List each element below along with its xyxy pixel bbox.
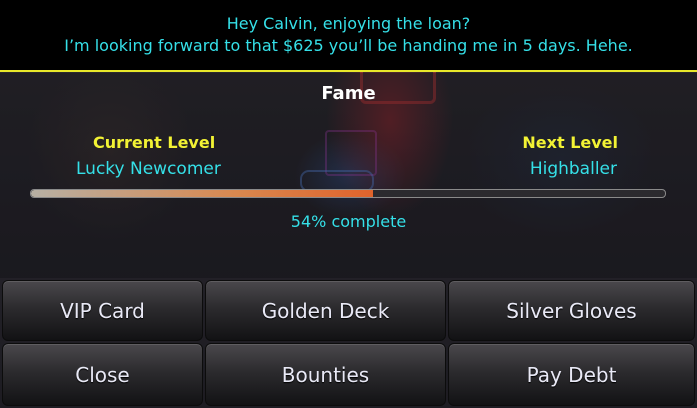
fame-title: Fame (321, 83, 376, 104)
fame-progress-bar (30, 189, 666, 198)
fame-progress-fill (31, 190, 374, 197)
close-button[interactable]: Close (2, 343, 203, 406)
pay-debt-button[interactable]: Pay Debt (448, 343, 695, 406)
golden-deck-button[interactable]: Golden Deck (205, 280, 446, 341)
next-level-value: Highballer (529, 159, 617, 179)
message-line-1: Hey Calvin, enjoying the loan? (226, 14, 471, 33)
current-level-value: Lucky Newcomer (76, 159, 221, 179)
message-line-2: I’m looking forward to that $625 you’ll … (64, 36, 633, 55)
silver-gloves-button[interactable]: Silver Gloves (448, 280, 695, 341)
current-level-label: Current Level (93, 133, 216, 152)
bounties-button[interactable]: Bounties (205, 343, 446, 406)
next-level-label: Next Level (522, 133, 618, 152)
progress-percent-text: 54% complete (290, 212, 407, 231)
npc-message-banner: Hey Calvin, enjoying the loan? I’m looki… (0, 0, 697, 72)
vip-card-button[interactable]: VIP Card (2, 280, 203, 341)
